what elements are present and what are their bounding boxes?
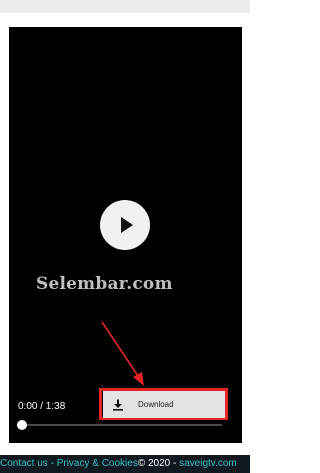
download-icon (113, 399, 123, 411)
footer: Contact us - Privacy & Cookies© 2020 - s… (0, 455, 250, 473)
play-button[interactable] (100, 200, 150, 250)
download-button[interactable]: Download (103, 391, 225, 418)
site-link[interactable]: saveigtv.com (179, 458, 237, 469)
footer-separator: - (47, 458, 57, 469)
copyright-text: © 2020 - (137, 458, 180, 469)
top-strip (0, 0, 250, 13)
contact-link[interactable]: Contact us (0, 458, 48, 469)
progress-track[interactable] (22, 424, 222, 426)
play-icon (121, 217, 133, 233)
progress-thumb[interactable] (17, 420, 27, 430)
privacy-link[interactable]: Privacy & Cookies (57, 458, 138, 469)
watermark-text: Selembar.com (36, 274, 173, 294)
download-label: Download (138, 400, 174, 409)
time-display: 0:00 / 1:38 (18, 401, 66, 412)
